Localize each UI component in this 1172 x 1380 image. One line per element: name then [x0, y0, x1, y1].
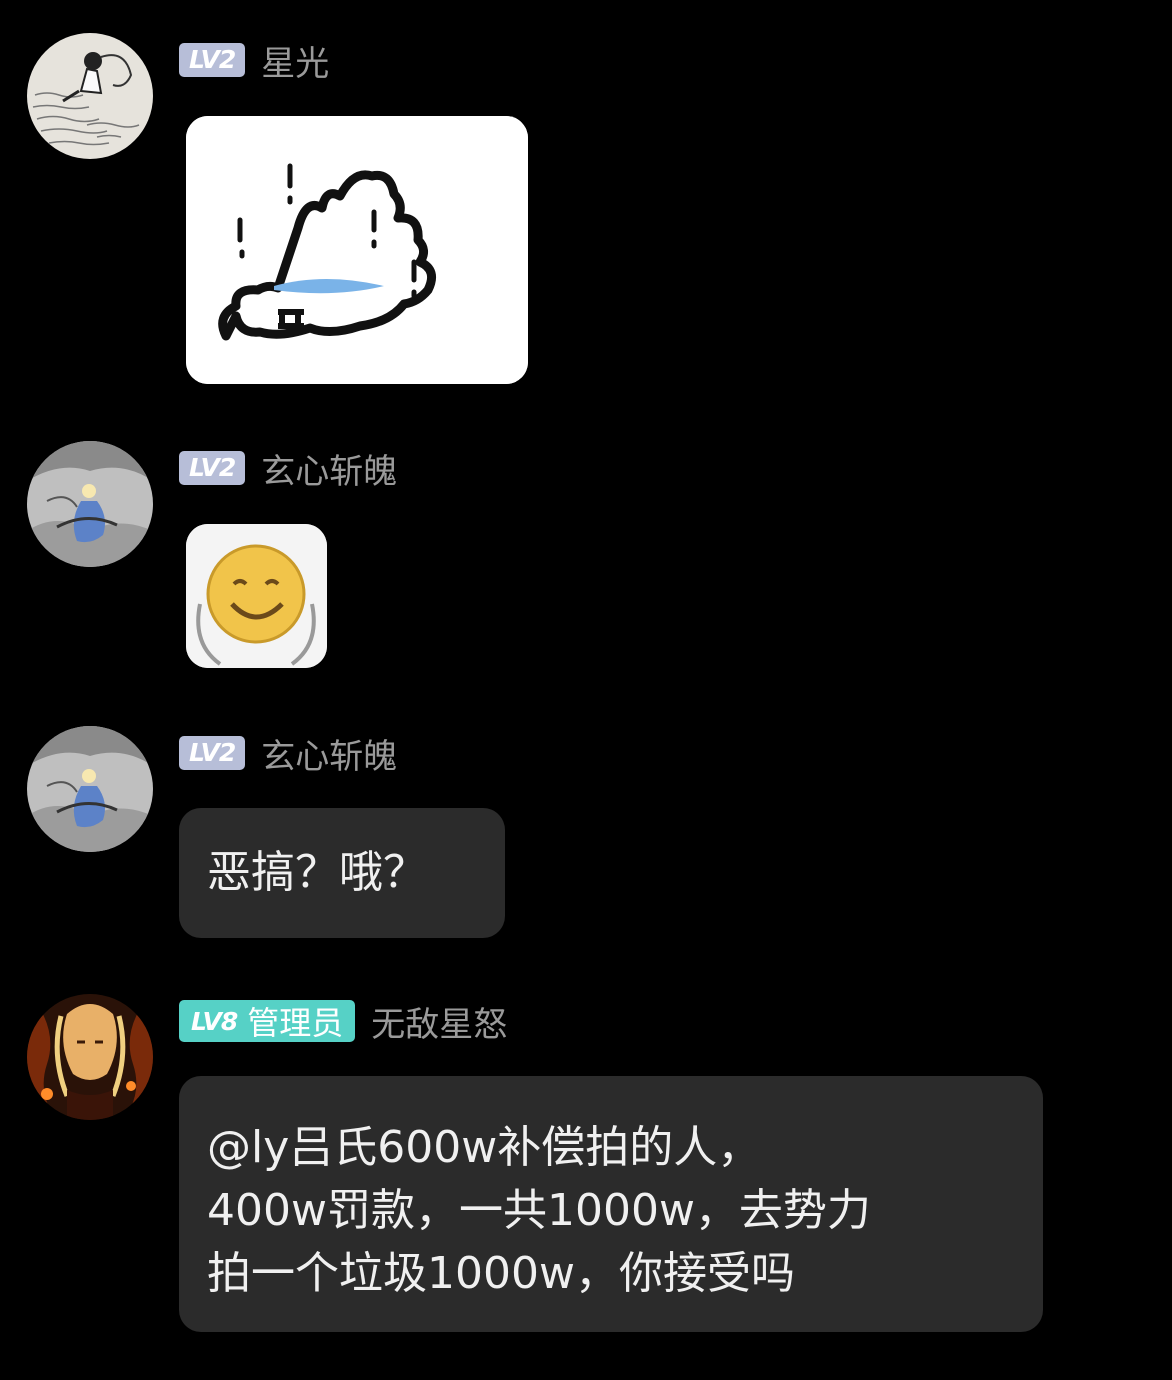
role-label: 管理员 [247, 1004, 344, 1042]
avatar[interactable] [27, 33, 153, 159]
avatar[interactable] [27, 441, 153, 567]
level-label: LV8 [191, 1006, 238, 1036]
message-text: @ly吕氏600w补偿拍的人， 400w罚款，一共1000w，去势力 拍一个垃圾… [207, 1122, 871, 1299]
level-badge: LV2 [179, 736, 246, 770]
message-bubble[interactable]: 恶搞？哦？ [179, 808, 505, 938]
avatar[interactable] [27, 726, 153, 852]
message-meta: LV8 管理员 无敌星怒 [179, 997, 507, 1046]
message-meta: LV2 星光 [179, 41, 329, 84]
username[interactable]: 玄心斩魄 [261, 729, 397, 778]
username[interactable]: 玄心斩魄 [261, 444, 397, 493]
username[interactable]: 无敌星怒 [371, 997, 507, 1046]
message-meta: LV2 玄心斩魄 [179, 734, 397, 777]
scream-ghost-sticker [186, 116, 528, 384]
admin-badge: LV8 管理员 [179, 1000, 356, 1042]
sticker-image[interactable] [186, 524, 327, 668]
level-badge: LV2 [179, 451, 246, 485]
sticker-image[interactable] [186, 116, 528, 384]
smiley-face-sticker [186, 524, 327, 668]
message-meta: LV2 玄心斩魄 [179, 449, 397, 492]
level-badge: LV2 [179, 43, 246, 77]
avatar[interactable] [27, 994, 153, 1120]
message-bubble[interactable]: @ly吕氏600w补偿拍的人， 400w罚款，一共1000w，去势力 拍一个垃圾… [179, 1076, 1043, 1332]
message-text: 恶搞？哦？ [207, 847, 427, 898]
username[interactable]: 星光 [261, 36, 329, 85]
